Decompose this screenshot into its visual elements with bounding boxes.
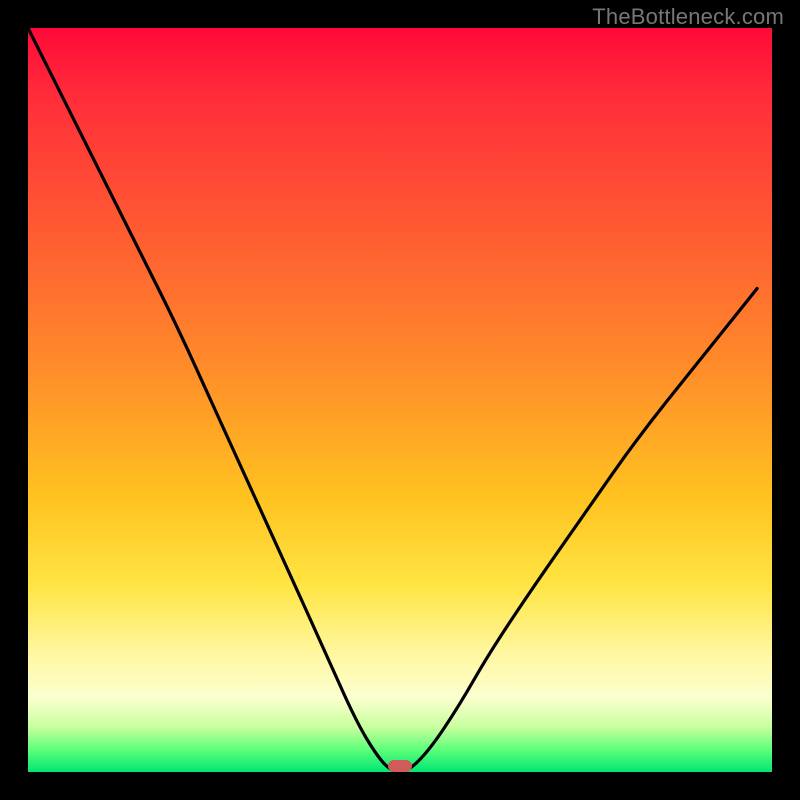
plot-area bbox=[28, 28, 772, 772]
watermark-text: TheBottleneck.com bbox=[592, 4, 784, 30]
optimum-marker bbox=[388, 760, 412, 772]
bottleneck-curve bbox=[28, 28, 772, 772]
chart-frame: TheBottleneck.com bbox=[0, 0, 800, 800]
